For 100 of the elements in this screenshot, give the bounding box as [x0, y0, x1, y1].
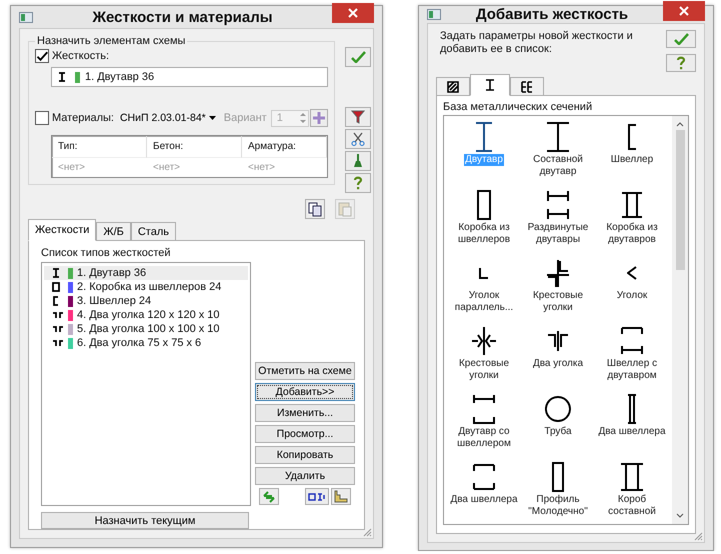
section-type-icon [521, 80, 533, 92]
section-item[interactable]: Два уголка [522, 324, 594, 392]
action-button[interactable]: Изменить... [255, 404, 355, 422]
window-icon [427, 9, 441, 20]
action-button[interactable]: Просмотр... [255, 425, 355, 443]
spinner-arrows-icon [300, 112, 306, 124]
action-button[interactable]: Копировать [255, 446, 355, 464]
tab[interactable]: Сталь [130, 222, 176, 241]
resize-grip-icon[interactable] [362, 527, 372, 537]
column-header: Бетон: [147, 136, 242, 158]
section-item[interactable]: Уголок [596, 256, 668, 324]
list-item[interactable]: 2. Коробка из швеллеров 24 [44, 280, 248, 294]
list-caption: Список типов жесткостей [41, 247, 171, 259]
section-icon [547, 190, 569, 220]
field-value: 1. Двутавр 36 [85, 71, 154, 83]
filter-icon [350, 110, 365, 124]
tab[interactable] [436, 77, 470, 96]
section-item[interactable]: Швеллер [596, 120, 668, 188]
column-header: Арматура: [242, 136, 327, 158]
window-icon [19, 12, 33, 22]
section-item[interactable]: Крестовые уголки [522, 256, 594, 324]
section-item[interactable]: Короб составной [596, 460, 668, 524]
action-button[interactable]: Добавить>> [255, 383, 355, 401]
window-title: Жесткости и материалы [91, 8, 274, 26]
sections-button[interactable] [305, 488, 329, 505]
section-icon [627, 394, 637, 424]
section-item[interactable]: Профиль "Молодечно" [522, 460, 594, 524]
apply-button[interactable] [344, 47, 371, 67]
list-item[interactable]: 4. Два уголка 120 x 120 x 10 [44, 308, 248, 322]
description-text: Задать параметры новой жесткости и добавить ее в список: [440, 30, 634, 56]
filter-button[interactable] [344, 107, 371, 127]
scissors-icon [350, 132, 365, 146]
section-icon [52, 310, 64, 320]
scrollbar-thumb[interactable] [676, 130, 684, 270]
section-icon [547, 330, 569, 352]
refresh-button[interactable] [259, 488, 279, 505]
section-icon [621, 327, 643, 355]
help-icon [676, 56, 686, 70]
cut-button[interactable] [344, 129, 371, 149]
section-item[interactable]: Два швеллера [448, 460, 520, 524]
section-icon [546, 122, 570, 152]
section-icon [479, 267, 489, 279]
checkbox-label: Жесткость: [52, 50, 110, 62]
list-caption: База металлических сечений [443, 101, 592, 113]
help-button[interactable] [344, 173, 371, 193]
section-icon [627, 266, 637, 280]
help-icon [352, 176, 363, 190]
tab[interactable] [470, 74, 510, 96]
brush-icon [352, 154, 363, 168]
caret-icon [208, 116, 216, 120]
section-item[interactable]: Составной двутавр [522, 120, 594, 188]
tab[interactable]: Жесткости [28, 219, 96, 241]
list-item[interactable]: 6. Два уголка 75 x 75 x 6 [44, 336, 248, 350]
copy-icon [308, 202, 322, 216]
tab[interactable]: Ж/Б [96, 222, 131, 241]
section-type-icon [484, 79, 496, 91]
section-item[interactable]: Швеллер с двутавром [596, 324, 668, 392]
paste-icon [338, 202, 352, 216]
column-header: Тип: [52, 136, 147, 158]
section-item[interactable]: Коробка из двутавров [596, 188, 668, 256]
help-button[interactable] [666, 54, 696, 72]
section-item[interactable]: Крестовые уголки [448, 324, 520, 392]
add-variant-button[interactable] [310, 109, 328, 127]
stiffness-field[interactable]: 1. Двутавр 36 [51, 67, 328, 87]
section-item[interactable]: Коробка из швеллеров [448, 188, 520, 256]
close-button[interactable] [332, 3, 374, 23]
section-item[interactable]: Уголок параллель... [448, 256, 520, 324]
resize-grip-icon[interactable] [693, 531, 703, 541]
chart-icon [334, 490, 348, 503]
section-item[interactable]: Два швеллера [596, 392, 668, 460]
close-button[interactable] [663, 0, 705, 20]
list-item[interactable]: 1. Двутавр 36 [44, 266, 248, 280]
list-item[interactable]: 5. Два уголка 100 x 100 x 10 [44, 322, 248, 336]
section-item[interactable]: Двутавр со швеллером [448, 392, 520, 460]
section-item[interactable]: Труба [522, 392, 594, 460]
section-icon [475, 122, 493, 152]
check-icon [36, 50, 48, 62]
table-cell-text: <нет> [247, 161, 276, 175]
scrollbar[interactable] [672, 116, 688, 524]
scroll-up-icon [676, 121, 684, 127]
check-icon [350, 51, 366, 63]
section-icon [620, 463, 644, 491]
tab[interactable] [510, 77, 544, 96]
section-icon [52, 338, 64, 348]
section-icon [621, 192, 643, 218]
action-button[interactable]: Удалить [255, 467, 355, 485]
list-item[interactable]: 3. Швеллер 24 [44, 294, 248, 308]
brush-button[interactable] [344, 151, 371, 171]
action-button[interactable]: Отметить на схеме [255, 362, 355, 380]
swap-arrows-icon [262, 490, 276, 502]
section-icon [477, 190, 491, 220]
copy-button[interactable] [305, 199, 325, 219]
section-icon [473, 394, 495, 424]
checkbox[interactable] [35, 49, 49, 63]
assign-button[interactable]: Назначить текущим [41, 512, 249, 529]
section-item[interactable]: Раздвинутые двутавры [522, 188, 594, 256]
section-icon [546, 258, 570, 288]
chart-button[interactable] [331, 488, 351, 505]
apply-button[interactable] [666, 30, 696, 48]
section-icon [473, 464, 495, 490]
